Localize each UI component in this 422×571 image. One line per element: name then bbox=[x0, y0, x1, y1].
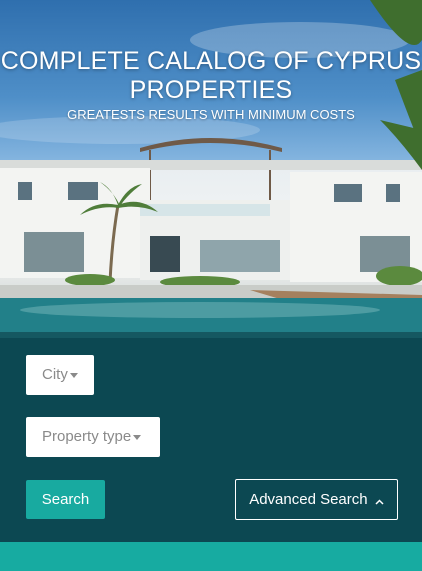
hero-subtitle: GREATESTS RESULTS WITH MINIMUM COSTS bbox=[67, 107, 355, 122]
search-button[interactable]: Search bbox=[26, 480, 105, 519]
city-select[interactable]: City bbox=[26, 355, 94, 395]
city-select-label: City bbox=[42, 366, 68, 383]
chevron-up-icon bbox=[375, 481, 384, 520]
property-type-select[interactable]: Property type bbox=[26, 417, 160, 457]
hero-title: COMPLETE CALALOG OF CYPRUS PROPERTIES bbox=[0, 47, 422, 104]
hero-banner: COMPLETE CALALOG OF CYPRUS PROPERTIES GR… bbox=[0, 0, 422, 542]
advanced-search-button[interactable]: Advanced Search bbox=[235, 479, 398, 520]
bottom-bar bbox=[0, 542, 422, 571]
caret-down-icon bbox=[133, 434, 142, 440]
property-type-select-label: Property type bbox=[42, 428, 132, 445]
advanced-search-label: Advanced Search bbox=[249, 491, 368, 508]
caret-down-icon bbox=[69, 372, 78, 378]
